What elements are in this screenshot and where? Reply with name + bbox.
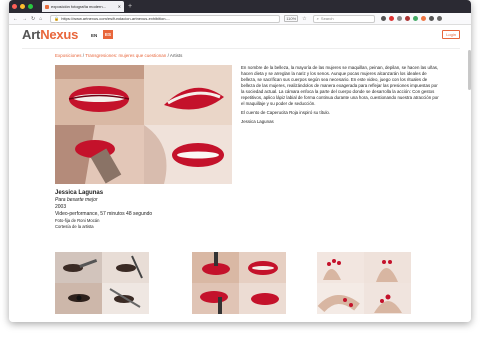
screenshot-stage: exposición fotografía modern... ✕ + ← → … <box>0 0 480 337</box>
thumb-photo <box>364 252 411 283</box>
page-content: ArtNexus EN ES Login Exposiciones / Tran… <box>9 25 471 322</box>
artwork-thumbnail[interactable] <box>317 252 411 314</box>
thumb-photo <box>102 252 149 283</box>
forward-arrow-icon[interactable]: → <box>22 16 27 22</box>
login-button[interactable]: Login <box>442 30 460 39</box>
extension-icon[interactable] <box>412 16 418 21</box>
thumb-photo <box>239 283 286 314</box>
artwork-thumbnail[interactable] <box>55 252 149 314</box>
maximize-window-icon[interactable] <box>28 4 33 9</box>
site-favicon-icon <box>45 4 49 9</box>
logo-nexus: Nexus <box>40 27 79 42</box>
lips-photo-4 <box>144 125 232 184</box>
thumb-photo <box>317 252 364 283</box>
tab-title: exposición fotografía modern... <box>51 4 106 9</box>
header-divider <box>22 48 460 49</box>
thumb-photo <box>239 252 286 283</box>
home-icon[interactable]: ⌂ <box>39 16 42 22</box>
zoom-level[interactable]: 110% <box>284 15 299 22</box>
thumb-photo <box>317 283 364 314</box>
search-placeholder: Search <box>320 16 334 21</box>
bookmark-star-icon[interactable]: ☆ <box>302 16 306 22</box>
extension-icon[interactable] <box>396 16 402 21</box>
thumb-photo <box>192 252 239 283</box>
menu-icon[interactable] <box>436 16 442 21</box>
minimize-window-icon[interactable] <box>20 4 25 9</box>
close-window-icon[interactable] <box>12 4 17 9</box>
extension-icon[interactable] <box>380 16 386 21</box>
breadcrumb: Exposiciones / Transgresiones: mujeres q… <box>55 53 182 58</box>
breadcrumb-exposiciones[interactable]: Exposiciones <box>55 53 82 58</box>
thumb-photo <box>364 283 411 314</box>
extension-icons <box>380 16 445 21</box>
extension-icon[interactable] <box>428 16 434 21</box>
artwork-description: En nombre de la belleza, la mayoría de l… <box>241 65 441 128</box>
page-scrollbar[interactable] <box>468 50 471 90</box>
new-tab-button[interactable]: + <box>128 3 132 10</box>
logo-art: Art <box>22 27 41 42</box>
browser-tab[interactable]: exposición fotografía modern... ✕ <box>42 1 124 12</box>
search-input[interactable]: ⌕ Search <box>312 14 375 23</box>
tab-bar: exposición fotografía modern... ✕ + <box>9 0 471 13</box>
artwork-thumbnail[interactable] <box>192 252 286 314</box>
artist-name: Jessica Lagunas <box>55 190 104 196</box>
extension-icon[interactable] <box>420 16 426 21</box>
description-signature: Jessica Lagunas <box>241 119 274 124</box>
lips-photo-1 <box>55 65 144 125</box>
lang-en-link[interactable]: EN <box>91 33 97 38</box>
courtesy-credit: Cortesía de la artista <box>55 224 94 229</box>
reload-icon[interactable]: ↻ <box>31 16 35 22</box>
lips-photo-3 <box>55 125 144 184</box>
lang-es-button[interactable]: ES <box>103 30 113 39</box>
related-artworks <box>55 252 427 316</box>
artwork-metadata: Jessica Lagunas Para besarte mejor 2003 … <box>55 189 152 230</box>
artnexus-logo[interactable]: ArtNexus <box>22 27 78 42</box>
thumb-photo <box>55 283 102 314</box>
adblock-icon[interactable] <box>388 16 394 21</box>
address-bar[interactable]: 🔒 https://www.artnexus.com/es/fundacion-… <box>50 14 281 23</box>
breadcrumb-exhibition[interactable]: Transgresiones: mujeres que cuestionan <box>85 53 166 58</box>
thumb-photo <box>55 252 102 283</box>
navigation-toolbar: ← → ↻ ⌂ 🔒 https://www.artnexus.com/es/fu… <box>9 13 471 25</box>
tab-close-icon[interactable]: ✕ <box>118 4 121 9</box>
thumb-photo <box>192 283 239 314</box>
description-paragraph: El cuento de Caperucita Roja inspiró su … <box>241 110 331 115</box>
breadcrumb-current: Artists <box>169 53 183 58</box>
artwork-year: 2003 <box>55 204 67 210</box>
lock-icon: 🔒 <box>54 16 60 21</box>
extension-icon[interactable] <box>404 16 410 21</box>
browser-window: exposición fotografía modern... ✕ + ← → … <box>9 0 471 322</box>
back-arrow-icon[interactable]: ← <box>13 16 18 22</box>
url-text: https://www.artnexus.com/es/fundacion-ar… <box>61 16 171 21</box>
artwork-main-image[interactable] <box>55 65 232 184</box>
description-paragraph: En nombre de la belleza, la mayoría de l… <box>241 65 439 106</box>
artwork-technique: Video-performance, 57 minutos 48 segundo <box>55 211 153 217</box>
artwork-title: Para besarte mejor <box>55 197 98 203</box>
lips-photo-2 <box>144 65 232 125</box>
search-icon: ⌕ <box>316 16 319 21</box>
thumb-photo <box>102 283 149 314</box>
